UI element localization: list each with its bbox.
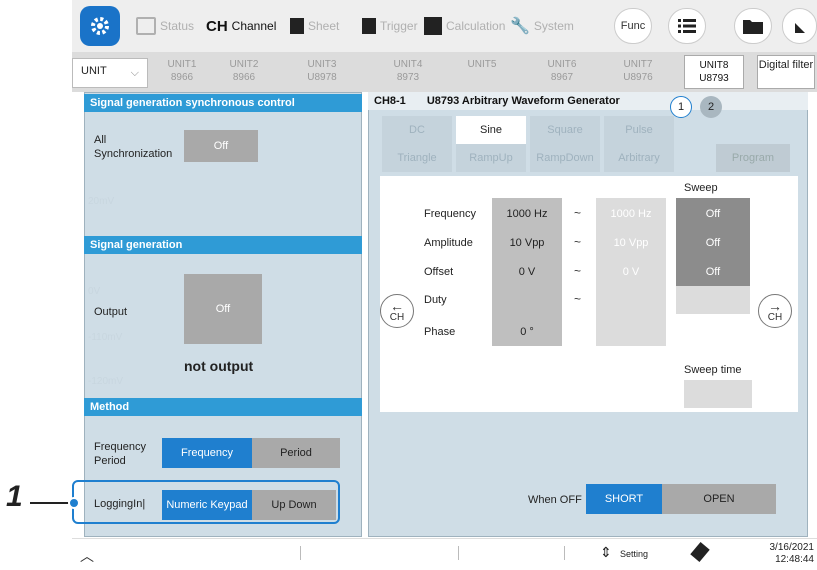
- calculation-icon: [424, 17, 442, 35]
- when-off-label: When OFF: [528, 494, 582, 506]
- page-2-button[interactable]: 2: [700, 96, 722, 118]
- unit-tab-5[interactable]: UNIT5: [452, 55, 512, 89]
- sweep-empty-cell: [676, 286, 750, 314]
- frequency-label: Frequency: [424, 208, 476, 220]
- sweep-time-field[interactable]: [684, 380, 752, 408]
- tab-system[interactable]: 🔧 System: [510, 10, 574, 42]
- setting-label: Setting: [620, 549, 649, 559]
- callout-dot: [68, 497, 80, 509]
- arrow-right-icon: →: [768, 297, 782, 314]
- system-icon: 🔧: [510, 18, 530, 35]
- tab-calculation[interactable]: Calculation: [424, 10, 505, 42]
- waveform-triangle[interactable]: Triangle: [382, 144, 452, 172]
- open-option[interactable]: OPEN: [662, 484, 776, 514]
- phase-value[interactable]: 0 °: [492, 326, 562, 338]
- range-tilde: ~: [574, 292, 582, 306]
- bg-value: 20mV: [88, 196, 115, 207]
- freq-period-label: Frequency Period: [94, 441, 146, 467]
- divider: [300, 546, 301, 560]
- waveform-rampup[interactable]: RampUp: [456, 144, 526, 172]
- offset-sweep[interactable]: Off: [676, 266, 750, 278]
- prev-channel-button[interactable]: ← CH: [380, 294, 414, 328]
- up-down-option[interactable]: Up Down: [252, 490, 336, 520]
- siggen-section-header: Signal generation: [84, 236, 362, 254]
- bg-value: -110mV: [88, 332, 123, 343]
- folder-icon[interactable]: [734, 8, 772, 44]
- tab-trigger[interactable]: Trigger: [362, 10, 418, 42]
- sheet-icon: [290, 18, 304, 34]
- waveform-rampdown[interactable]: RampDown: [530, 144, 600, 172]
- next-channel-button[interactable]: → CH: [758, 294, 792, 328]
- frequency-sweep[interactable]: Off: [676, 208, 750, 220]
- duty-label: Duty: [424, 294, 447, 306]
- amplitude-end-value[interactable]: 10 Vpp: [596, 237, 666, 249]
- unit-tab-6[interactable]: UNIT6 8967: [532, 55, 592, 89]
- gear-icon[interactable]: [80, 6, 120, 46]
- setting-icon: ⇕: [600, 544, 612, 560]
- status-icon: [136, 17, 156, 35]
- waveform-arbitrary[interactable]: Arbitrary: [604, 144, 674, 172]
- tab-channel[interactable]: CH Channel: [206, 10, 276, 42]
- offset-label: Offset: [424, 266, 454, 278]
- range-tilde: ~: [574, 264, 582, 278]
- unit-tab-1[interactable]: UNIT1 8966: [152, 55, 212, 89]
- amplitude-value[interactable]: 10 Vpp: [492, 237, 562, 249]
- chevron-up-icon[interactable]: ︿: [80, 546, 94, 566]
- waveform-dc[interactable]: DC: [382, 116, 452, 144]
- arrow-left-icon: ←: [390, 297, 404, 314]
- offset-end-value[interactable]: 0 V: [596, 266, 666, 278]
- tab-status[interactable]: Status: [136, 10, 194, 42]
- method-section-header: Method: [84, 398, 362, 416]
- logging-input-label: LoggingIn|: [94, 498, 146, 510]
- amplitude-sweep[interactable]: Off: [676, 237, 750, 249]
- list-icon[interactable]: [668, 8, 706, 44]
- frequency-value[interactable]: 1000 Hz: [492, 208, 562, 220]
- sync-section-header: Signal generation synchronous control: [84, 94, 362, 112]
- unit-tab-8[interactable]: UNIT8 U8793: [684, 55, 744, 89]
- amplitude-label: Amplitude: [424, 237, 473, 249]
- func-button[interactable]: Func: [614, 8, 652, 44]
- unit-selector[interactable]: UNIT ⌵: [72, 58, 148, 88]
- bg-value: -120mV: [88, 376, 124, 387]
- sweep-header: Sweep: [684, 182, 718, 194]
- divider: [564, 546, 565, 560]
- sweep-time-label: Sweep time: [684, 364, 742, 376]
- output-label: Output: [94, 306, 128, 318]
- callout-number: 1: [6, 480, 23, 513]
- output-status: not output: [184, 358, 254, 374]
- page-1-button[interactable]: 1: [670, 96, 692, 118]
- callout-line: [30, 502, 70, 504]
- period-option[interactable]: Period: [252, 438, 340, 468]
- range-tilde: ~: [574, 235, 582, 249]
- tab-sheet[interactable]: Sheet: [290, 10, 339, 42]
- numeric-keypad-option[interactable]: Numeric Keypad: [162, 490, 252, 520]
- short-option[interactable]: SHORT: [586, 484, 662, 514]
- phase-label: Phase: [424, 326, 456, 338]
- all-sync-label: All Synchronization: [94, 134, 173, 160]
- waveform-pulse[interactable]: Pulse: [604, 116, 674, 144]
- expand-icon[interactable]: [782, 8, 817, 44]
- frequency-option[interactable]: Frequency: [162, 438, 252, 468]
- program-button[interactable]: Program: [716, 144, 790, 172]
- frequency-end-value[interactable]: 1000 Hz: [596, 208, 666, 220]
- unit-tab-3[interactable]: UNIT3 U8978: [292, 55, 352, 89]
- chevron-down-icon: ⌵: [130, 67, 139, 79]
- bg-value: 0V: [88, 286, 101, 297]
- range-tilde: ~: [574, 206, 582, 220]
- divider: [458, 546, 459, 560]
- unit-tab-2[interactable]: UNIT2 8966: [214, 55, 274, 89]
- digital-filter-button[interactable]: Digital filter: [757, 55, 815, 89]
- waveform-square[interactable]: Square: [530, 116, 600, 144]
- trigger-icon: [362, 18, 376, 34]
- datetime: 3/16/2021 12:48:44: [769, 542, 815, 565]
- unit-tab-7[interactable]: UNIT7 U8976: [608, 55, 668, 89]
- output-button[interactable]: Off: [184, 274, 262, 344]
- all-sync-button[interactable]: Off: [184, 130, 258, 162]
- unit-tab-4[interactable]: UNIT4 8973: [378, 55, 438, 89]
- waveform-sine[interactable]: Sine: [456, 116, 526, 144]
- offset-value[interactable]: 0 V: [492, 266, 562, 278]
- panel-header: CH8-1 U8793 Arbitrary Waveform Generator: [368, 92, 808, 110]
